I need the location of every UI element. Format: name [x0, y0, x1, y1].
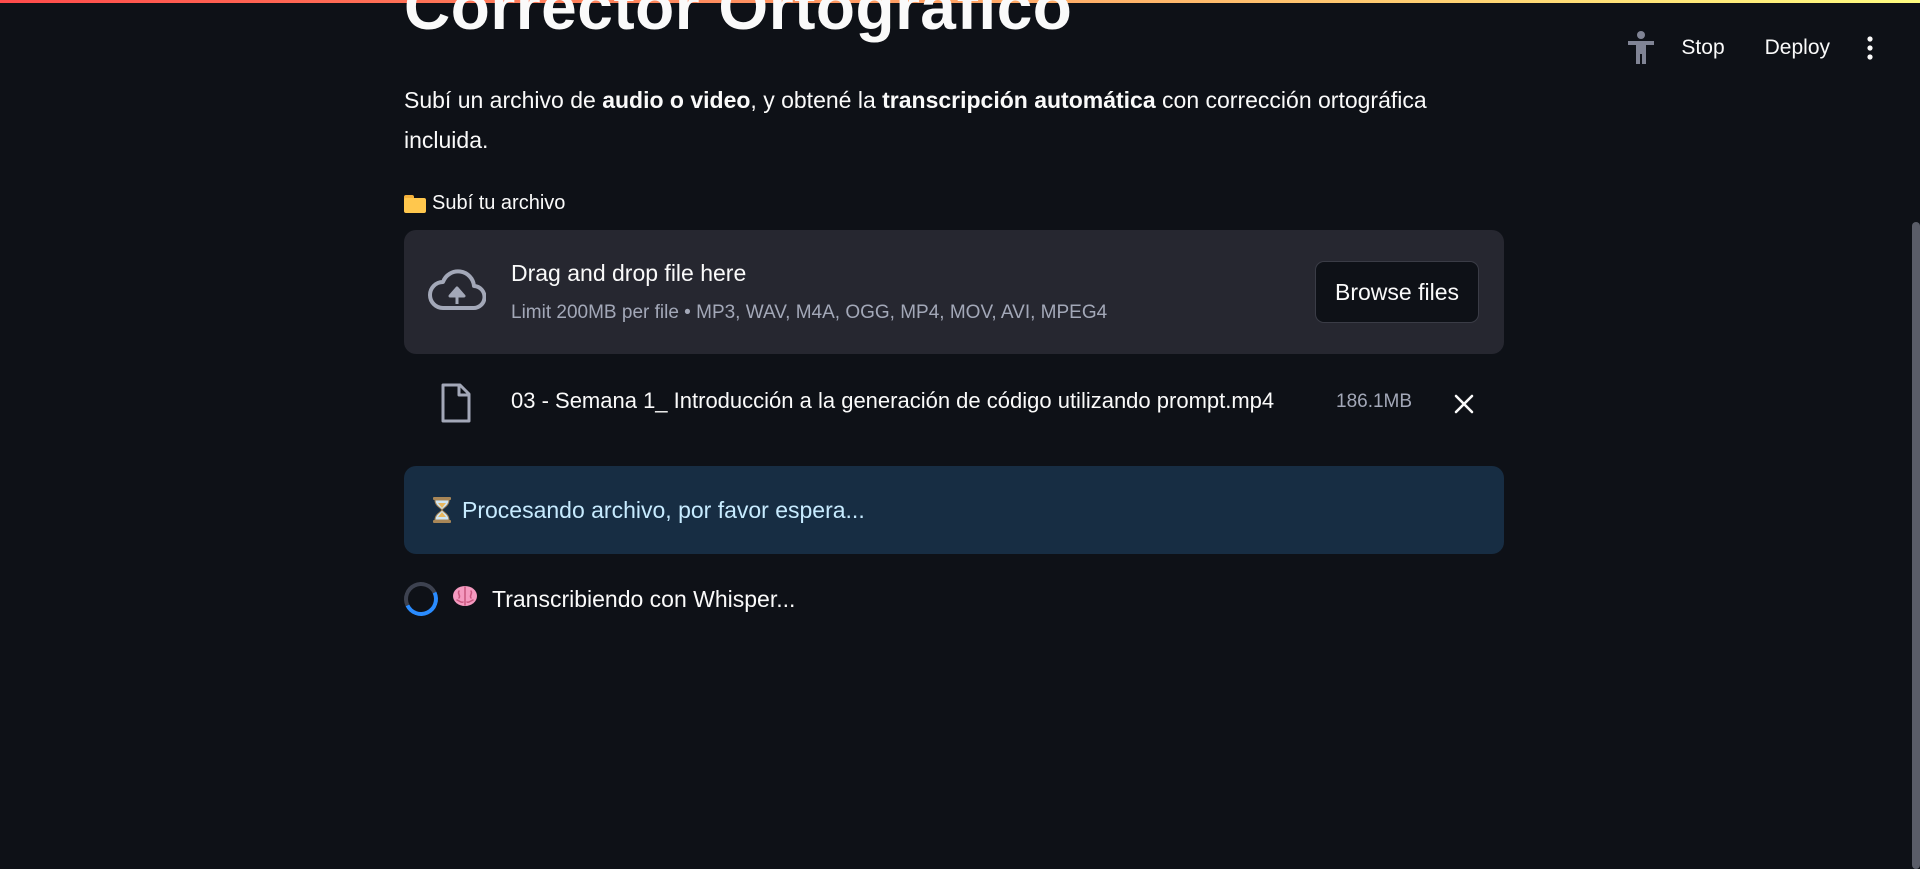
hourglass-icon — [432, 497, 452, 523]
file-dropzone[interactable]: Drag and drop file here Limit 200MB per … — [404, 230, 1504, 354]
uploader-label: Subí tu archivo — [404, 192, 565, 215]
dropzone-title: Drag and drop file here — [511, 260, 747, 286]
folder-icon — [404, 194, 426, 213]
main-menu-icon[interactable] — [1850, 28, 1890, 68]
transcription-status: Transcribiendo con Whisper... — [399, 577, 796, 621]
uploader-label-text: Subí tu archivo — [432, 192, 566, 214]
page-scrollbar[interactable] — [1912, 222, 1920, 869]
file-icon — [440, 382, 472, 429]
intro-part: , y obtené la — [750, 87, 883, 113]
app-toolbar: Stop Deploy — [1621, 28, 1890, 68]
brain-icon — [452, 585, 478, 613]
page-title: Corrector Ortográfico — [404, 0, 1073, 43]
file-name: 03 - Semana 1_ Introducción a la generac… — [511, 388, 1275, 413]
intro-bold-transcription: transcripción automática — [882, 87, 1156, 113]
info-alert: Procesando archivo, por favor espera... — [404, 466, 1504, 554]
intro-bold-media: audio o video — [602, 87, 751, 113]
uploaded-file-row: 03 - Semana 1_ Introducción a la generac… — [404, 378, 1504, 430]
close-icon[interactable] — [1448, 388, 1480, 420]
intro-part: Subí un archivo de — [404, 87, 603, 113]
intro-text: Subí un archivo de audio o video, y obte… — [404, 80, 1504, 160]
dropzone-limits: Limit 200MB per file • MP3, WAV, M4A, OG… — [511, 302, 1108, 323]
file-size: 186.1MB — [1336, 391, 1413, 412]
stop-button[interactable]: Stop — [1661, 28, 1744, 68]
accessibility-icon[interactable] — [1621, 28, 1661, 68]
loading-spinner — [399, 577, 443, 621]
info-alert-text: Procesando archivo, por favor espera... — [462, 496, 865, 523]
browse-files-button[interactable]: Browse files — [1315, 261, 1479, 323]
cloud-upload-icon — [428, 268, 487, 319]
spinner-text: Transcribiendo con Whisper... — [492, 585, 796, 612]
deploy-button[interactable]: Deploy — [1745, 28, 1850, 68]
